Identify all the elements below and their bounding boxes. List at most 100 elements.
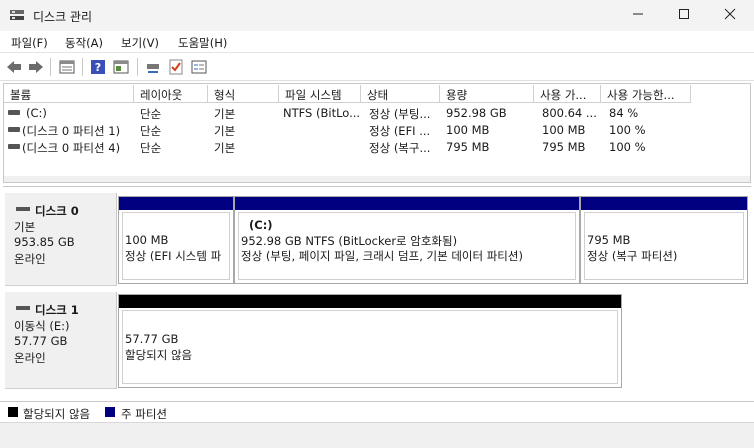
partition-status: 정상 (부팅, 페이지 파일, 크래시 덤프, 기본 데이터 파티션): [241, 249, 523, 263]
disk-size: 953.85 GB: [14, 235, 75, 249]
partition-color-bar: [119, 197, 233, 210]
cell-free-space: 800.64 ...: [542, 106, 597, 120]
partition-size: 57.77 GB: [125, 332, 179, 346]
cell-volume: (C:): [26, 106, 47, 120]
minimize-button[interactable]: [615, 0, 661, 31]
cell-file-system: NTFS (BitLo...: [283, 106, 359, 120]
cell-layout: 단순: [140, 107, 162, 121]
disk-1-label[interactable]: 디스크 1 이동식 (E:) 57.77 GB 온라인: [5, 292, 117, 389]
cell-percent-free: 100 %: [609, 123, 646, 137]
partition-unallocated[interactable]: 57.77 GB 할당되지 않음: [118, 294, 622, 388]
close-icon: [724, 8, 736, 23]
cell-type: 기본: [214, 107, 236, 121]
table-row[interactable]: (C:) 단순 기본 NTFS (BitLo... 정상 (부팅... 952.…: [4, 104, 750, 121]
legend-swatch-primary: [105, 407, 115, 417]
column-header-status[interactable]: 상태: [361, 85, 440, 103]
partition-color-bar: [235, 197, 579, 210]
cell-layout: 단순: [140, 124, 162, 138]
partition-size: 952.98 GB NTFS (BitLocker로 암호화됨): [241, 234, 458, 248]
column-header-volume[interactable]: 볼륨: [4, 85, 134, 103]
partition-body: [122, 310, 618, 384]
legend-label-unallocated: 할당되지 않음: [23, 407, 91, 421]
forward-arrow-icon[interactable]: [27, 58, 45, 76]
cell-percent-free: 100 %: [609, 140, 646, 154]
svg-text:?: ?: [95, 61, 101, 74]
disk-list-icon[interactable]: [58, 58, 76, 76]
disk-icon: [16, 207, 30, 211]
cell-capacity: 100 MB: [446, 123, 490, 137]
disk-type: 이동식 (E:): [14, 319, 70, 333]
cell-layout: 단순: [140, 141, 162, 155]
cell-type: 기본: [214, 124, 236, 138]
menu-help[interactable]: 도움말(H): [178, 35, 227, 51]
menu-bar: 파일(F) 동작(A) 보기(V) 도움말(H): [0, 31, 754, 53]
cell-volume: (디스크 0 파티션 1): [22, 124, 121, 138]
cell-type: 기본: [214, 141, 236, 155]
cell-status: 정상 (EFI ...: [369, 124, 431, 138]
close-button[interactable]: [707, 0, 753, 31]
volume-icon: [8, 110, 20, 115]
disk-icon: [16, 306, 30, 310]
menu-file[interactable]: 파일(F): [11, 35, 48, 51]
disk-management-app-icon: [9, 8, 25, 22]
cell-percent-free: 84 %: [609, 106, 639, 120]
disk-size: 57.77 GB: [14, 334, 68, 348]
menu-view[interactable]: 보기(V): [121, 35, 159, 51]
disk-status: 온라인: [14, 252, 46, 266]
toolbar-separator: [137, 58, 138, 76]
disk-type: 기본: [14, 220, 36, 234]
partition-size: 795 MB: [587, 233, 631, 247]
settings-list-icon[interactable]: [190, 58, 208, 76]
properties-icon[interactable]: [112, 58, 130, 76]
horizontal-scrollbar[interactable]: [4, 176, 750, 182]
maximize-button[interactable]: [661, 0, 707, 31]
legend-label-primary: 주 파티션: [121, 407, 167, 421]
cell-status: 정상 (복구...: [369, 141, 431, 155]
legend-swatch-unallocated: [8, 407, 18, 417]
disk-status: 온라인: [14, 351, 46, 365]
minimize-icon: [632, 8, 644, 23]
toolbar: ?: [0, 53, 754, 81]
column-header-file-system[interactable]: 파일 시스템: [279, 85, 361, 103]
disk-name: 디스크 1: [35, 303, 79, 317]
check-icon[interactable]: [167, 58, 185, 76]
help-icon[interactable]: ?: [89, 58, 107, 76]
back-arrow-icon[interactable]: [5, 58, 23, 76]
cell-free-space: 100 MB: [542, 123, 586, 137]
column-header-percent-free[interactable]: 사용 가능한...: [601, 85, 691, 103]
volume-icon: [8, 127, 20, 132]
partition-title: (C:): [249, 218, 273, 232]
cell-capacity: 952.98 GB: [446, 106, 507, 120]
cell-capacity: 795 MB: [446, 140, 490, 154]
disk-name: 디스크 0: [35, 204, 79, 218]
toolbar-separator: [50, 58, 51, 76]
column-header-free-space[interactable]: 사용 가...: [534, 85, 601, 103]
toolbar-separator: [82, 58, 83, 76]
cell-volume: (디스크 0 파티션 4): [22, 141, 121, 155]
connect-icon[interactable]: [144, 58, 162, 76]
partition-status: 정상 (복구 파티션): [587, 249, 678, 263]
table-row[interactable]: (디스크 0 파티션 4) 단순 기본 정상 (복구... 795 MB 795…: [4, 138, 750, 155]
column-header-capacity[interactable]: 용량: [440, 85, 534, 103]
volume-list: 볼륨 레이아웃 형식 파일 시스템 상태 용량 사용 가... 사용 가능한..…: [3, 83, 751, 183]
partition-recovery[interactable]: 795 MB 정상 (복구 파티션): [580, 196, 748, 284]
partition-status: 할당되지 않음: [125, 348, 193, 362]
title-bar: 디스크 관리: [0, 0, 754, 31]
partition-color-bar: [581, 197, 747, 210]
partition-efi[interactable]: 100 MB 정상 (EFI 시스템 파: [118, 196, 234, 284]
partition-status: 정상 (EFI 시스템 파: [125, 249, 222, 263]
partition-c[interactable]: (C:) 952.98 GB NTFS (BitLocker로 암호화됨) 정상…: [234, 196, 580, 284]
disk-0-label[interactable]: 디스크 0 기본 953.85 GB 온라인: [5, 193, 117, 286]
disk-graphical-view: 디스크 0 기본 953.85 GB 온라인 100 MB 정상 (EFI 시스…: [3, 186, 751, 400]
column-header-layout[interactable]: 레이아웃: [134, 85, 208, 103]
cell-free-space: 795 MB: [542, 140, 586, 154]
status-bar: [0, 422, 754, 448]
volume-icon: [8, 144, 20, 149]
table-row[interactable]: (디스크 0 파티션 1) 단순 기본 정상 (EFI ... 100 MB 1…: [4, 121, 750, 138]
legend: 할당되지 않음 주 파티션: [0, 401, 754, 422]
menu-action[interactable]: 동작(A): [65, 35, 103, 51]
column-header-type[interactable]: 형식: [208, 85, 279, 103]
window-title: 디스크 관리: [33, 10, 93, 24]
cell-status: 정상 (부팅...: [369, 107, 431, 121]
partition-size: 100 MB: [125, 233, 169, 247]
